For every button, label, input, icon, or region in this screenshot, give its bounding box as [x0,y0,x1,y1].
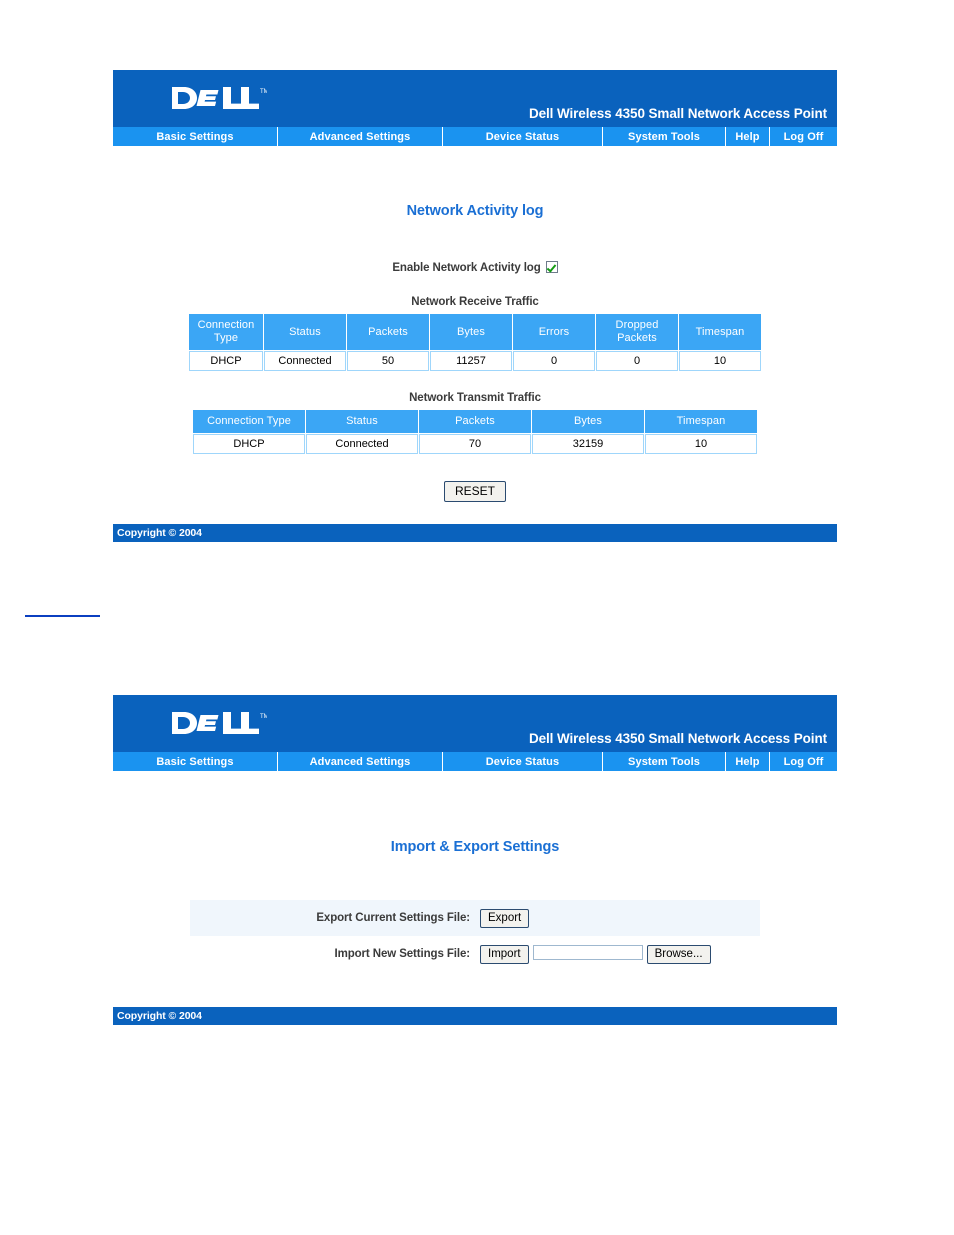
cell-connection-type: DHCP [189,351,263,371]
cell-bytes: 11257 [430,351,512,371]
activity-body: Network Activity log Enable Network Acti… [113,146,837,524]
dell-header-banner: TM Dell Wireless 4350 Small Network Acce… [113,70,837,127]
network-activity-log-page: TM Dell Wireless 4350 Small Network Acce… [113,70,837,542]
nav-item-advanced-settings[interactable]: Advanced Settings [278,752,443,771]
col-bytes: Bytes [430,314,512,350]
col-status: Status [264,314,346,350]
page-title: Network Activity log [406,203,544,219]
cell-status: Connected [306,434,418,454]
product-title: Dell Wireless 4350 Small Network Access … [528,731,827,746]
import-control-cell: Import Browse... [480,936,760,972]
nav-item-help[interactable]: Help [726,752,770,771]
nav-item-system-tools[interactable]: System Tools [603,127,726,146]
cell-status: Connected [264,351,346,371]
cell-bytes: 32159 [532,434,644,454]
nav-item-device-status[interactable]: Device Status [443,752,603,771]
col-timespan: Timespan [679,314,761,350]
dell-logo-icon: TM [171,709,267,737]
import-file-path-input[interactable] [532,945,643,961]
export-settings-row: Export Current Settings File: Export [190,900,760,936]
export-control-cell: Export [480,900,760,936]
page-separator-rule [25,615,100,617]
transmit-traffic-block: Network Transmit Traffic Connection Type… [113,392,837,455]
cell-packets: 70 [419,434,531,454]
nav-item-advanced-settings[interactable]: Advanced Settings [278,127,443,146]
import-export-form: Export Current Settings File: Export Imp… [190,900,760,972]
main-navigation: Basic Settings Advanced Settings Device … [113,752,837,771]
col-status: Status [306,410,418,433]
svg-text:TM: TM [260,714,267,720]
receive-traffic-block: Network Receive Traffic Connection Type … [113,296,837,372]
dell-header-banner: TM Dell Wireless 4350 Small Network Acce… [113,695,837,752]
col-errors: Errors [513,314,595,350]
main-navigation: Basic Settings Advanced Settings Device … [113,127,837,146]
enable-activity-log-checkbox-wrap[interactable] [545,261,558,276]
col-dropped-packets: Dropped Packets [596,314,678,350]
footer-copyright-bar: Copyright © 2004 [113,1007,837,1025]
browse-button[interactable]: Browse... [646,945,711,964]
cell-dropped-packets: 0 [596,351,678,371]
copyright-text: Copyright © 2004 [117,527,202,539]
import-export-settings-page: TM Dell Wireless 4350 Small Network Acce… [113,695,837,1025]
receive-traffic-caption: Network Receive Traffic [411,296,539,308]
cell-errors: 0 [513,351,595,371]
nav-item-help[interactable]: Help [726,127,770,146]
cell-connection-type: DHCP [193,434,305,454]
nav-item-system-tools[interactable]: System Tools [603,752,726,771]
footer-copyright-bar: Copyright © 2004 [113,524,837,542]
copyright-text: Copyright © 2004 [117,1010,202,1022]
col-packets: Packets [419,410,531,433]
enable-activity-log-label: Enable Network Activity log [392,262,541,274]
nav-item-log-off[interactable]: Log Off [770,127,837,146]
nav-item-device-status[interactable]: Device Status [443,127,603,146]
table-row: DHCP Connected 70 32159 10 [193,434,757,454]
nav-item-log-off[interactable]: Log Off [770,752,837,771]
cell-timespan: 10 [645,434,757,454]
transmit-traffic-header-row: Connection Type Status Packets Bytes Tim… [193,410,757,433]
dell-logo-icon: TM [171,84,267,112]
cell-packets: 50 [347,351,429,371]
enable-activity-log-row: Enable Network Activity log [113,261,837,276]
receive-traffic-table: Connection Type Status Packets Bytes Err… [188,313,762,372]
transmit-traffic-table: Connection Type Status Packets Bytes Tim… [192,409,758,455]
col-timespan: Timespan [645,410,757,433]
col-bytes: Bytes [532,410,644,433]
col-connection-type: Connection Type [193,410,305,433]
import-button[interactable]: Import [480,945,529,964]
receive-traffic-header-row: Connection Type Status Packets Bytes Err… [189,314,761,350]
col-connection-type: Connection Type [189,314,263,350]
import-export-body: Import & Export Settings Export Current … [113,771,837,1007]
page-title: Import & Export Settings [390,839,560,855]
reset-button[interactable]: RESET [443,481,506,502]
svg-text:TM: TM [260,89,267,95]
export-button[interactable]: Export [480,909,530,928]
import-settings-row: Import New Settings File: Import Browse..… [190,936,760,972]
product-title: Dell Wireless 4350 Small Network Access … [528,106,827,121]
cell-timespan: 10 [679,351,761,371]
export-settings-label: Export Current Settings File: [190,900,480,936]
col-packets: Packets [347,314,429,350]
nav-item-basic-settings[interactable]: Basic Settings [113,752,278,771]
table-row: DHCP Connected 50 11257 0 0 10 [189,351,761,371]
nav-item-basic-settings[interactable]: Basic Settings [113,127,278,146]
transmit-traffic-caption: Network Transmit Traffic [409,392,541,404]
enable-activity-log-checkbox[interactable] [545,261,558,273]
import-settings-label: Import New Settings File: [334,948,470,960]
form-bottom-spacer [113,972,837,1007]
reset-button-row: RESET [113,481,837,524]
